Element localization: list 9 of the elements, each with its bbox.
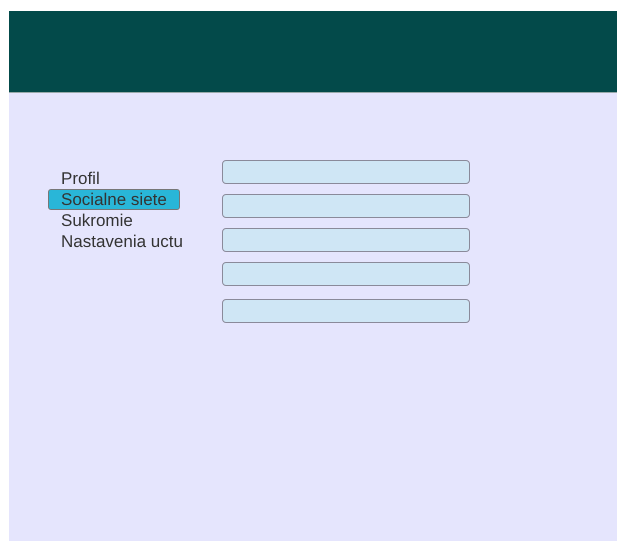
- input-field[interactable]: [222, 299, 470, 323]
- menu-item[interactable]: Sukromie: [48, 210, 146, 231]
- menu-item[interactable]: Socialne siete: [48, 189, 180, 210]
- input-field[interactable]: [222, 160, 470, 184]
- menu-item[interactable]: Nastavenia uctu: [48, 231, 196, 252]
- menu-item[interactable]: Profil: [48, 168, 113, 189]
- input-field[interactable]: [222, 228, 470, 252]
- input-field[interactable]: [222, 262, 470, 286]
- input-field[interactable]: [222, 194, 470, 218]
